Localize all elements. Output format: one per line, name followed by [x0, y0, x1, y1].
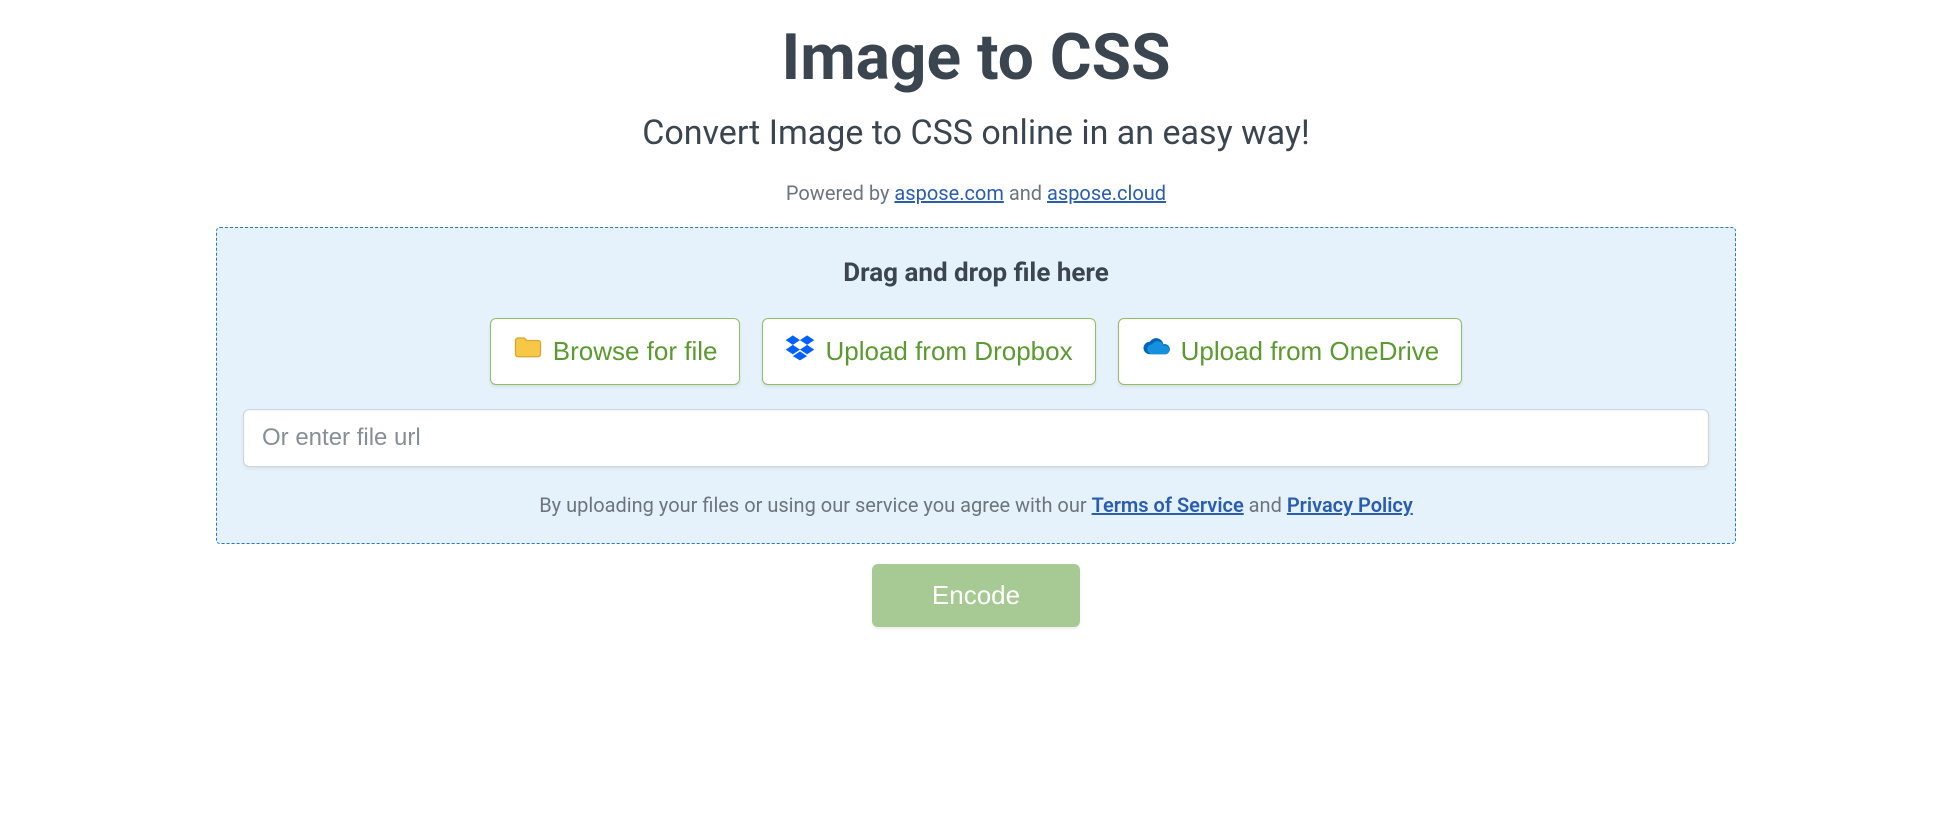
- agree-prefix: By uploading your files or using our ser…: [539, 493, 1091, 517]
- dropbox-icon: [785, 333, 815, 370]
- upload-dropbox-button[interactable]: Upload from Dropbox: [762, 318, 1095, 385]
- drop-text: Drag and drop file here: [243, 258, 1709, 288]
- upload-onedrive-label: Upload from OneDrive: [1181, 336, 1440, 367]
- aspose-com-link[interactable]: aspose.com: [894, 181, 1003, 205]
- browse-file-label: Browse for file: [553, 336, 718, 367]
- upload-buttons-row: Browse for file Upload from Dropbox: [243, 318, 1709, 385]
- powered-mid: and: [1004, 181, 1047, 205]
- aspose-cloud-link[interactable]: aspose.cloud: [1047, 181, 1166, 205]
- page-subtitle: Convert Image to CSS online in an easy w…: [216, 113, 1736, 153]
- agree-mid: and: [1244, 493, 1287, 517]
- file-dropzone[interactable]: Drag and drop file here Browse for file …: [216, 227, 1736, 544]
- agreement-text: By uploading your files or using our ser…: [243, 493, 1709, 517]
- powered-by-text: Powered by aspose.com and aspose.cloud: [216, 181, 1736, 205]
- folder-icon: [513, 333, 543, 370]
- encode-button[interactable]: Encode: [872, 564, 1080, 627]
- powered-prefix: Powered by: [786, 181, 895, 205]
- page-title: Image to CSS: [216, 20, 1736, 95]
- file-url-input[interactable]: [243, 409, 1709, 467]
- terms-of-service-link[interactable]: Terms of Service: [1092, 493, 1244, 517]
- browse-file-button[interactable]: Browse for file: [490, 318, 741, 385]
- privacy-policy-link[interactable]: Privacy Policy: [1287, 493, 1413, 517]
- upload-dropbox-label: Upload from Dropbox: [825, 336, 1072, 367]
- upload-onedrive-button[interactable]: Upload from OneDrive: [1118, 318, 1463, 385]
- onedrive-icon: [1141, 333, 1171, 370]
